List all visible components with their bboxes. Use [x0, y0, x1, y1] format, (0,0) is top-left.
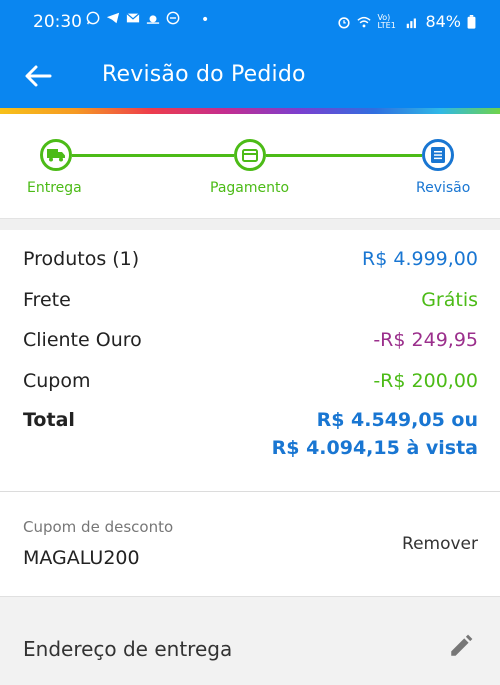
- section-separator: [0, 218, 500, 230]
- total-installment-value: R$ 4.549,05 ou: [316, 409, 478, 431]
- summary-row-products: Produtos (1) R$ 4.999,00: [23, 248, 478, 270]
- gold-discount-value: -R$ 249,95: [373, 329, 478, 351]
- mail-icon: [126, 13, 140, 23]
- status-system-icons: Vo) LTE1 84%: [337, 12, 476, 31]
- step-label-pagamento: Pagamento: [210, 180, 290, 196]
- coupon-discount-label: Cupom: [23, 370, 91, 392]
- summary-row-gold-discount: Cliente Ouro -R$ 249,95: [23, 329, 478, 351]
- whatsapp-icon: [86, 11, 100, 25]
- weather-icon: [146, 15, 160, 24]
- coupon-section: Cupom de desconto MAGALU200 Remover: [0, 492, 500, 596]
- step-pagamento[interactable]: [234, 139, 266, 171]
- status-time: 20:30: [33, 12, 82, 32]
- step-label-entrega: Entrega: [27, 180, 82, 196]
- status-more-dot: •: [201, 12, 210, 28]
- do-not-disturb-icon: [166, 11, 180, 25]
- step-revisao[interactable]: [422, 139, 454, 171]
- shipping-label: Frete: [23, 289, 71, 311]
- app-bar: Revisão do Pedido: [0, 44, 500, 108]
- summary-row-total: Total R$ 4.549,05 ou R$ 4.094,15 à vista: [23, 409, 478, 459]
- arrow-back-icon[interactable]: [22, 62, 54, 90]
- remove-coupon-button[interactable]: Remover: [402, 534, 478, 554]
- total-cash-value: R$ 4.094,15 à vista: [271, 437, 478, 459]
- step-entrega[interactable]: [40, 139, 72, 171]
- battery-icon: [467, 14, 476, 29]
- total-label: Total: [23, 409, 75, 431]
- page-title: Revisão do Pedido: [102, 62, 306, 87]
- truck-icon: [47, 149, 65, 162]
- coupon-code: MAGALU200: [23, 547, 140, 569]
- card-icon: [242, 148, 258, 162]
- signal-icon: [407, 18, 417, 28]
- summary-row-coupon: Cupom -R$ 200,00: [23, 370, 478, 392]
- network-type: Vo) LTE1: [377, 12, 396, 30]
- gold-discount-label: Cliente Ouro: [23, 329, 142, 351]
- wifi-icon: [357, 16, 372, 27]
- pencil-icon[interactable]: [448, 633, 474, 659]
- checkout-stepper: Entrega Pagamento Revisão: [0, 114, 500, 218]
- battery-percent: 84%: [425, 12, 461, 31]
- address-section: Endereço de entrega: [0, 596, 500, 685]
- total-value: R$ 4.549,05 ou R$ 4.094,15 à vista: [272, 409, 478, 459]
- status-bar: 20:30 • Vo) LTE1 84%: [0, 0, 500, 44]
- products-label: Produtos (1): [23, 248, 140, 270]
- receipt-icon: [431, 147, 445, 163]
- coupon-field-label: Cupom de desconto: [23, 518, 174, 536]
- telegram-icon: [106, 12, 120, 24]
- step-label-revisao: Revisão: [416, 180, 471, 196]
- status-notification-icons: [86, 11, 180, 25]
- summary-row-shipping: Frete Grátis: [23, 289, 478, 311]
- shipping-value: Grátis: [421, 289, 478, 311]
- order-summary: Produtos (1) R$ 4.999,00 Frete Grátis Cl…: [0, 230, 500, 490]
- products-value: R$ 4.999,00: [362, 248, 478, 270]
- step-connector: [72, 154, 234, 157]
- coupon-discount-value: -R$ 200,00: [373, 370, 478, 392]
- step-connector: [266, 154, 422, 157]
- alarm-icon: [338, 16, 351, 28]
- address-title: Endereço de entrega: [23, 637, 233, 661]
